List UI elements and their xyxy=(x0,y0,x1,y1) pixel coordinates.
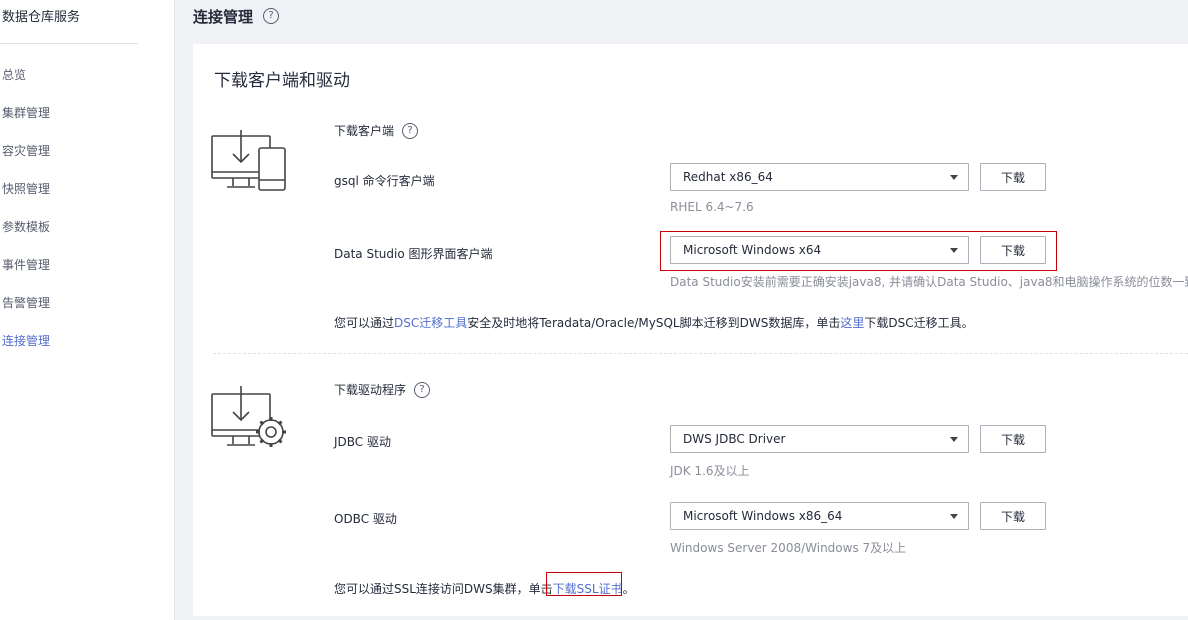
help-icon[interactable]: ? xyxy=(263,8,280,24)
gsql-download-button[interactable]: 下载 xyxy=(980,163,1046,191)
client-section-title: 下载客户端 xyxy=(334,124,395,138)
chevron-down-icon xyxy=(950,248,958,253)
sidebar-item-event-management[interactable]: 事件管理 xyxy=(2,256,50,273)
data-studio-platform-select[interactable]: Microsoft Windows x64 xyxy=(670,236,969,264)
odbc-platform-value: Microsoft Windows x86_64 xyxy=(683,509,843,523)
gsql-platform-value: Redhat x86_64 xyxy=(683,170,773,184)
jdbc-driver-select[interactable]: DWS JDBC Driver xyxy=(670,425,969,453)
client-download-icon xyxy=(211,130,286,191)
dsc-download-here-link[interactable]: 这里 xyxy=(840,316,864,330)
dsc-note: 您可以通过DSC迁移工具安全及时地将Teradata/Oracle/MySQL脚… xyxy=(334,314,974,331)
ssl-note-pre: 您可以通过SSL连接访问DWS集群，单击 xyxy=(334,582,553,596)
driver-section-label: 下载驱动程序 ? xyxy=(334,381,431,398)
odbc-driver-label: ODBC 驱动 xyxy=(334,512,397,526)
sidebar-item-snapshot-management[interactable]: 快照管理 xyxy=(2,180,50,197)
sidebar-item-parameter-template[interactable]: 参数模板 xyxy=(2,218,50,235)
data-studio-hint: Data Studio安装前需要正确安装java8, 并请确认Data Stud… xyxy=(670,275,1188,289)
jdbc-driver-value: DWS JDBC Driver xyxy=(683,432,786,446)
dsc-tool-link[interactable]: DSC迁移工具 xyxy=(394,316,467,330)
driver-download-icon xyxy=(211,386,286,447)
odbc-hint: Windows Server 2008/Windows 7及以上 xyxy=(670,541,907,555)
page-title: 连接管理 xyxy=(193,7,254,26)
dsc-note-post: 下载DSC迁移工具。 xyxy=(864,316,974,330)
download-card: 下载客户端和驱动 下载客户端 ? gsql 命令行客户端 Redhat x86_… xyxy=(193,44,1188,616)
driver-help-icon[interactable]: ? xyxy=(414,381,431,398)
gsql-client-label: gsql 命令行客户端 xyxy=(334,174,435,188)
chevron-down-icon xyxy=(950,175,958,180)
sidebar-item-cluster-management[interactable]: 集群管理 xyxy=(2,104,50,121)
sidebar-item-disaster-recovery[interactable]: 容灾管理 xyxy=(2,142,50,159)
sidebar-item-alarm-management[interactable]: 告警管理 xyxy=(2,294,50,311)
driver-section-title: 下载驱动程序 xyxy=(334,383,407,397)
jdbc-hint: JDK 1.6及以上 xyxy=(670,464,750,478)
data-studio-download-button[interactable]: 下载 xyxy=(980,236,1046,264)
sidebar-item-overview[interactable]: 总览 xyxy=(2,66,26,83)
gsql-hint: RHEL 6.4~7.6 xyxy=(670,200,754,214)
card-title: 下载客户端和驱动 xyxy=(214,71,350,91)
sidebar-divider xyxy=(0,43,138,44)
client-help-icon[interactable]: ? xyxy=(402,122,419,139)
data-studio-label: Data Studio 图形界面客户端 xyxy=(334,247,493,261)
gsql-platform-select[interactable]: Redhat x86_64 xyxy=(670,163,969,191)
odbc-platform-select[interactable]: Microsoft Windows x86_64 xyxy=(670,502,969,530)
sidebar-title: 数据仓库服务 xyxy=(2,10,81,25)
dsc-note-mid: 安全及时地将Teradata/Oracle/MySQL脚本迁移到DWS数据库，单… xyxy=(467,316,841,330)
ssl-note-post: 。 xyxy=(622,582,635,596)
section-divider xyxy=(213,353,1188,354)
page-header: 连接管理 ? xyxy=(193,4,280,28)
ssl-link-highlight-box xyxy=(546,572,622,596)
client-section-label: 下载客户端 ? xyxy=(334,122,419,139)
sidebar-item-connection-management[interactable]: 连接管理 xyxy=(2,332,50,349)
jdbc-driver-label: JDBC 驱动 xyxy=(334,435,391,449)
odbc-download-button[interactable]: 下载 xyxy=(980,502,1046,530)
chevron-down-icon xyxy=(950,437,958,442)
chevron-down-icon xyxy=(950,514,958,519)
data-studio-platform-value: Microsoft Windows x64 xyxy=(683,243,822,257)
dsc-note-pre: 您可以通过 xyxy=(334,316,395,330)
sidebar: 数据仓库服务 总览 集群管理 容灾管理 快照管理 参数模板 事件管理 告警管理 … xyxy=(0,0,175,620)
jdbc-download-button[interactable]: 下载 xyxy=(980,425,1046,453)
